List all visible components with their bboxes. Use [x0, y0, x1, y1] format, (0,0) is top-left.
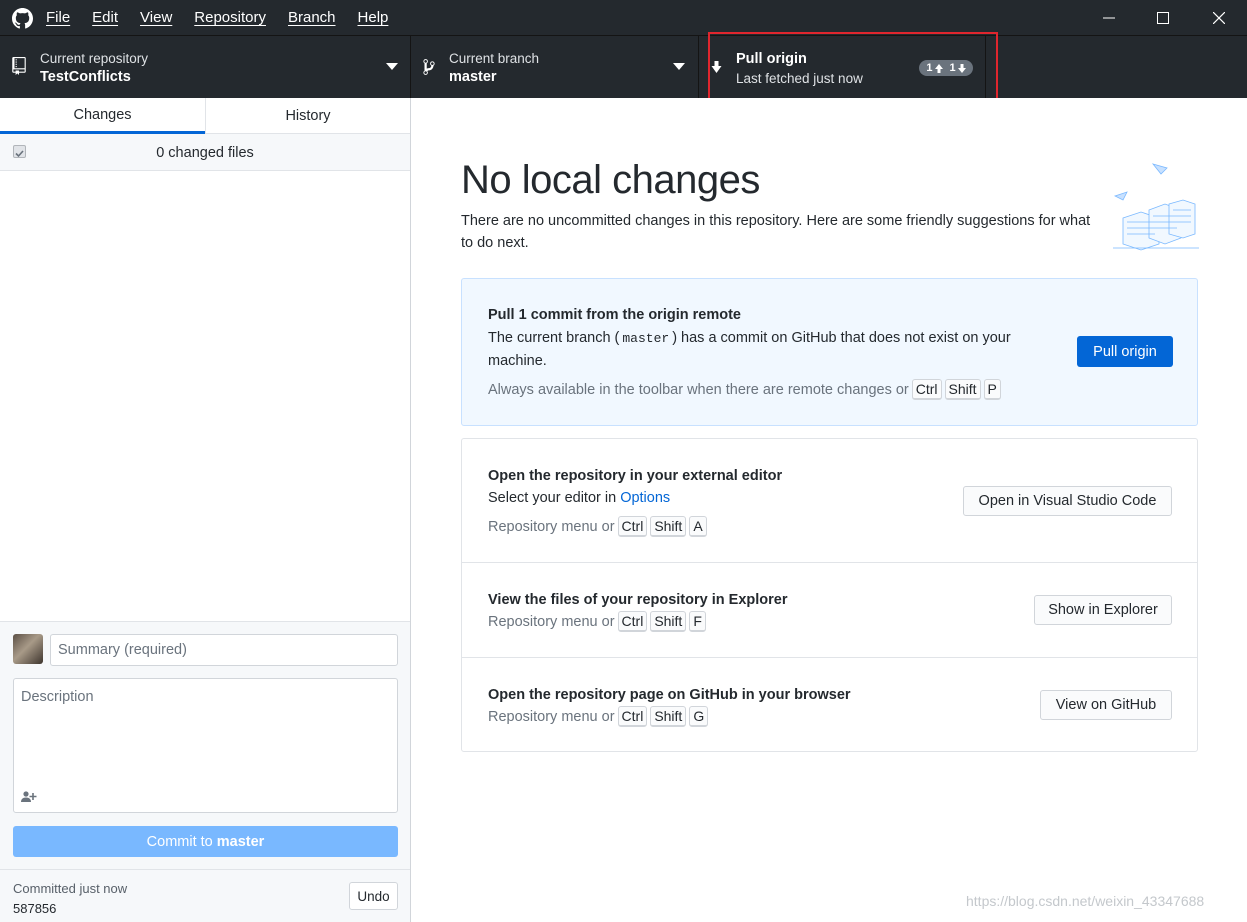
- view-on-github-button[interactable]: View on GitHub: [1040, 690, 1172, 720]
- menu-help[interactable]: Help: [358, 9, 389, 26]
- intro-text: There are no uncommitted changes in this…: [461, 213, 1091, 251]
- editor-card-hint: Repository menu or Ctrl Shift A: [488, 516, 707, 537]
- close-button[interactable]: [1196, 0, 1242, 35]
- commit-message-area: Summary (required) Description Commit to…: [0, 621, 410, 869]
- editor-card-text-body: Select your editor in: [488, 490, 617, 506]
- add-coauthor-icon[interactable]: [21, 791, 37, 802]
- tab-changes[interactable]: Changes: [0, 98, 205, 134]
- branch-chevron-down-icon: [673, 63, 685, 70]
- main-content: No local changes There are no uncommitte…: [411, 98, 1247, 922]
- sidebar: Changes History 0 changed files Summary …: [0, 98, 411, 922]
- branch-name: master: [449, 69, 497, 85]
- menu-file[interactable]: File: [46, 9, 70, 26]
- annotation-highlight-box: [708, 32, 998, 101]
- close-icon: [1213, 11, 1225, 24]
- menu-edit[interactable]: Edit: [92, 9, 118, 26]
- description-placeholder: Description: [21, 689, 94, 705]
- kbd-g: G: [689, 706, 709, 727]
- last-commit-bar: Committed just now 587856 Undo: [0, 869, 410, 922]
- sidebar-tabs: Changes History: [0, 98, 410, 134]
- pull-card-text: The current branch (master) has a commit…: [488, 327, 1048, 373]
- editor-card-text: Select your editor in Options: [488, 487, 670, 510]
- branch-icon: [423, 59, 435, 75]
- pull-suggestion-card: Pull 1 commit from the origin remote The…: [461, 278, 1198, 426]
- last-commit-sha: 587856: [13, 901, 57, 916]
- menu-bar: File Edit View Repository Branch Help: [46, 0, 410, 35]
- pull-origin-action-button[interactable]: Pull origin: [1077, 336, 1173, 367]
- kbd-shift: Shift: [650, 516, 687, 537]
- repo-icon: [12, 57, 26, 75]
- minimize-icon: [1103, 17, 1115, 18]
- commit-button[interactable]: Commit to master: [13, 826, 398, 857]
- kbd-shift: Shift: [944, 379, 981, 400]
- kbd-ctrl: Ctrl: [617, 516, 648, 537]
- explorer-card-title: View the files of your repository in Exp…: [488, 592, 788, 608]
- watermark-text: https://blog.csdn.net/weixin_43347688: [966, 893, 1205, 909]
- toolbar: Current repository TestConflicts Current…: [0, 35, 1247, 98]
- changed-files-count: 0 changed files: [156, 144, 254, 161]
- kbd-shift: Shift: [650, 611, 687, 632]
- editor-card-hint-text: Repository menu or: [488, 518, 615, 535]
- github-card-hint-text: Repository menu or: [488, 708, 615, 725]
- divider: [462, 657, 1197, 658]
- explorer-card-hint-text: Repository menu or: [488, 613, 615, 630]
- commit-button-branch: master: [216, 833, 265, 850]
- pull-card-hint: Always available in the toolbar when the…: [488, 379, 1001, 400]
- minimize-button[interactable]: [1086, 0, 1132, 35]
- menu-repository[interactable]: Repository: [194, 9, 266, 26]
- pull-card-hint-text: Always available in the toolbar when the…: [488, 381, 909, 398]
- divider: [462, 562, 1197, 563]
- pull-card-text-b: ) has a commit on GitHub that does not e…: [672, 330, 1011, 346]
- current-repository-dropdown[interactable]: Current repository TestConflicts: [0, 36, 411, 98]
- undo-button[interactable]: Undo: [349, 882, 398, 910]
- changed-files-header: 0 changed files: [0, 134, 410, 171]
- current-branch-dropdown[interactable]: Current branch master: [411, 36, 699, 98]
- editor-card-title: Open the repository in your external edi…: [488, 468, 783, 484]
- kbd-a: A: [689, 516, 707, 537]
- kbd-ctrl: Ctrl: [617, 706, 648, 727]
- repo-chevron-down-icon: [386, 63, 398, 70]
- repo-name: TestConflicts: [40, 69, 131, 85]
- page-title: No local changes: [461, 158, 760, 202]
- pull-card-branch-code: master: [622, 331, 670, 346]
- kbd-ctrl: Ctrl: [617, 611, 648, 632]
- open-in-editor-button[interactable]: Open in Visual Studio Code: [963, 486, 1172, 516]
- pull-card-text-c: machine.: [488, 353, 547, 369]
- show-in-explorer-button[interactable]: Show in Explorer: [1034, 595, 1172, 625]
- commit-button-prefix: Commit to: [146, 833, 217, 850]
- kbd-f: F: [689, 611, 706, 632]
- avatar: [13, 634, 43, 664]
- kbd-shift: Shift: [650, 706, 687, 727]
- menu-branch[interactable]: Branch: [288, 9, 336, 26]
- menu-view[interactable]: View: [140, 9, 172, 26]
- description-input[interactable]: Description: [13, 678, 398, 813]
- last-commit-text: Committed just now: [13, 881, 128, 896]
- kbd-ctrl: Ctrl: [911, 379, 942, 400]
- branch-label: Current branch: [449, 51, 540, 66]
- github-card-hint: Repository menu or Ctrl Shift G: [488, 706, 709, 727]
- github-card-title: Open the repository page on GitHub in yo…: [488, 687, 851, 703]
- explorer-card-hint: Repository menu or Ctrl Shift F: [488, 611, 706, 632]
- maximize-button[interactable]: [1140, 0, 1186, 35]
- pull-card-text-a: The current branch (: [488, 330, 620, 346]
- options-link[interactable]: Options: [620, 490, 670, 506]
- tab-history[interactable]: History: [205, 98, 410, 134]
- summary-input[interactable]: Summary (required): [50, 634, 398, 666]
- maximize-icon: [1157, 11, 1169, 24]
- title-bar: File Edit View Repository Branch Help: [0, 0, 1247, 35]
- repo-label: Current repository: [40, 51, 149, 66]
- empty-state-illustration: [1113, 163, 1199, 251]
- kbd-p: P: [983, 379, 1001, 400]
- actions-card: Open the repository in your external edi…: [461, 438, 1198, 752]
- pull-card-title: Pull 1 commit from the origin remote: [488, 307, 741, 323]
- github-logo-icon: [12, 8, 33, 29]
